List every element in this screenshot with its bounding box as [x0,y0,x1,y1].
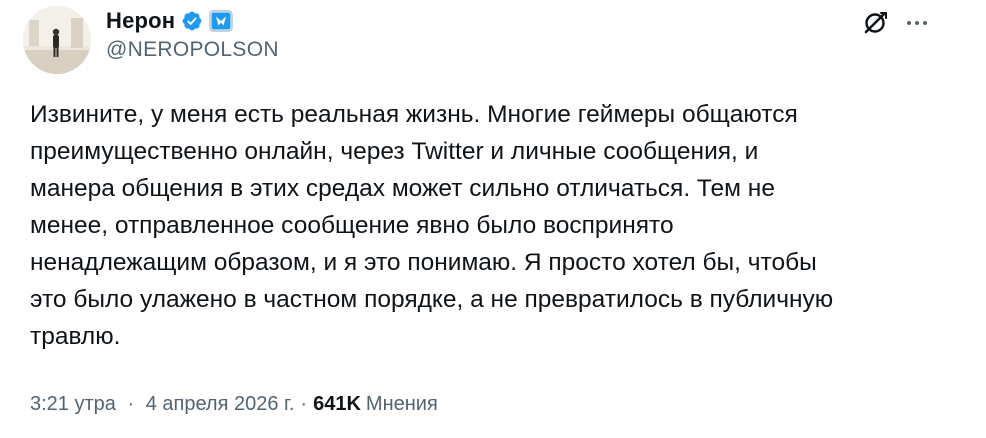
meta-separator: · [300,393,308,415]
avatar-image [23,6,91,74]
tweet-text-line: это было улажено в частном порядке, а не… [30,286,834,313]
tweet-time: 3:21 утра [30,393,116,415]
author-display-name[interactable]: Нерон [106,8,175,34]
verified-badge-icon[interactable] [181,10,203,32]
tweet-card: Нерон @NEROPOLSON Извините, у меня есть … [0,0,986,438]
tweet-date: 4 апреля 2026 г. [145,393,295,415]
tweet-text-line: менее, отправленное сообщение явно было … [30,212,674,239]
tweet-text-line: преимущественно онлайн, через Twitter и … [30,138,759,165]
author-name-row: Нерон [106,6,233,36]
grok-icon [864,12,887,34]
grok-button[interactable] [858,6,892,40]
views-label: Мнения [365,393,438,415]
timestamp-link[interactable]: 3:21 утра · 4 апреля 2026 г. [30,393,294,416]
more-options-button[interactable] [900,6,934,40]
tweet-text-line: травлю. [30,323,121,350]
more-horizontal-icon [907,21,927,25]
tweet-text-line: ненадлежащим образом, и я это понимаю. Я… [30,249,817,276]
meta-separator: · [127,393,135,415]
author-handle[interactable]: @NEROPOLSON [106,38,279,62]
tweet-text-line: манера общения в этих средах может сильн… [30,175,775,202]
affiliate-badge-icon[interactable] [209,10,233,32]
avatar[interactable] [23,6,91,74]
tweet-text-line: Извините, у меня есть реальная жизнь. Мн… [30,101,798,128]
tweet-meta: 3:21 утра · 4 апреля 2026 г. · 641K Мнен… [30,393,438,416]
tweet-text: Извините, у меня есть реальная жизнь. Мн… [30,96,950,355]
views-count: 641K [313,393,361,415]
